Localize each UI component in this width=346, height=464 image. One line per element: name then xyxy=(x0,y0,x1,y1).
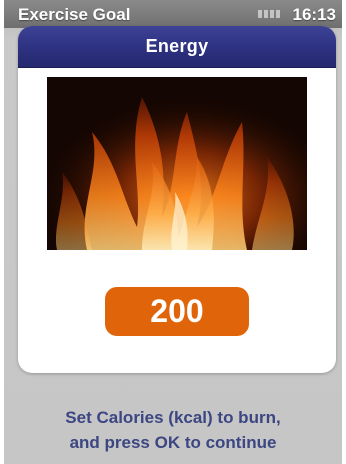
energy-dialog: Energy 200 xyxy=(18,26,336,373)
instruction-line-2: and press OK to continue xyxy=(69,433,277,452)
fire-image xyxy=(47,77,307,250)
dialog-header: Energy xyxy=(18,26,336,68)
dialog-title: Energy xyxy=(145,36,209,56)
calorie-value-field[interactable]: 200 xyxy=(105,287,249,336)
instruction-text: Set Calories (kcal) to burn, and press O… xyxy=(4,405,342,455)
instruction-line-1: Set Calories (kcal) to burn, xyxy=(65,408,281,427)
signal-icon xyxy=(258,10,280,18)
device-screen: Exercise Goal 16:13 Energy 200 Set Calor… xyxy=(4,0,342,464)
status-bar: Exercise Goal 16:13 xyxy=(4,0,342,28)
flame-icon xyxy=(47,77,307,250)
calorie-value: 200 xyxy=(150,293,204,329)
status-bar-title: Exercise Goal xyxy=(18,5,131,24)
status-bar-time: 16:13 xyxy=(292,5,336,24)
